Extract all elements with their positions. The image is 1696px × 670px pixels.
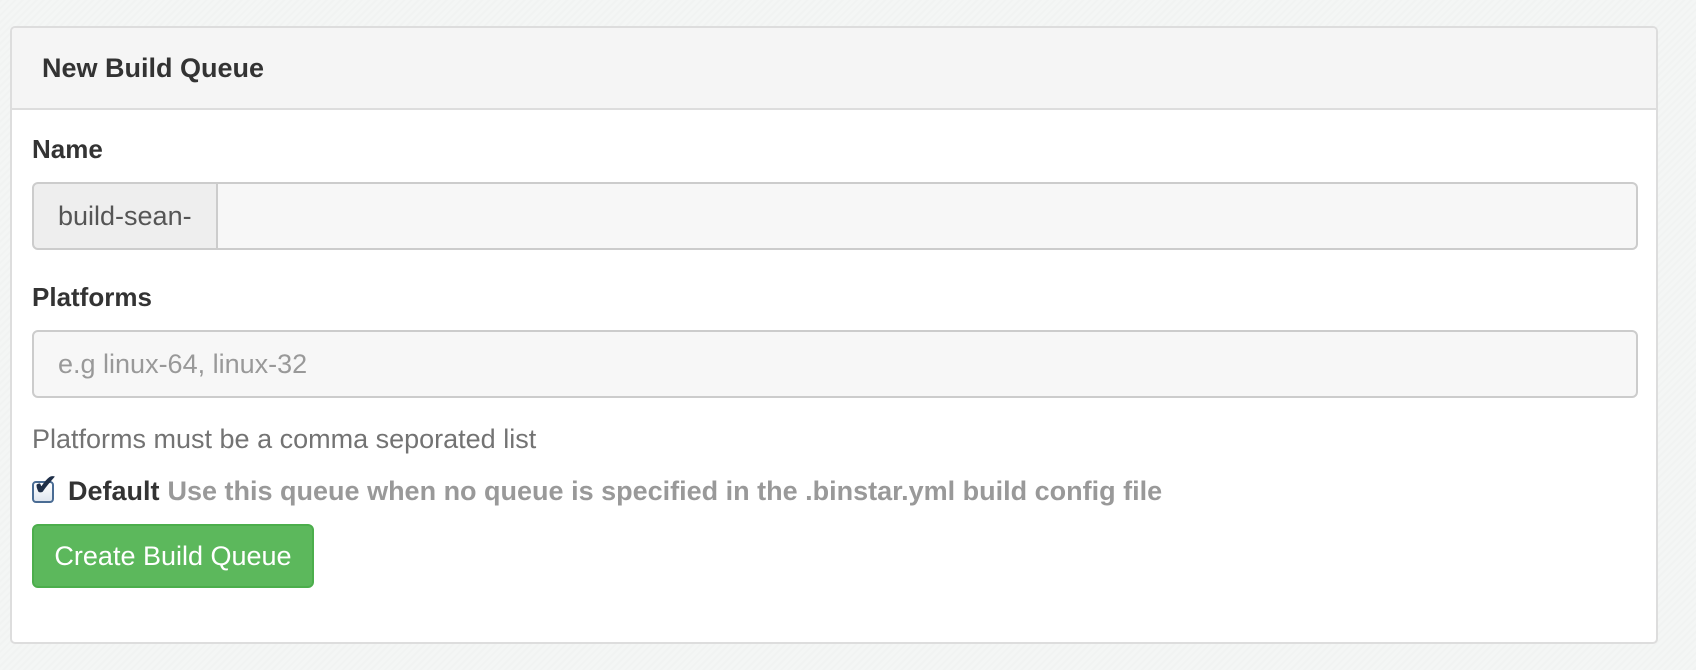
platforms-input[interactable] bbox=[32, 330, 1638, 398]
new-build-queue-panel: New Build Queue Name build-sean- Platfor… bbox=[10, 26, 1658, 644]
name-input[interactable] bbox=[217, 182, 1638, 250]
panel-title: New Build Queue bbox=[42, 52, 265, 83]
create-build-queue-button[interactable]: Create Build Queue bbox=[32, 524, 314, 588]
platforms-label: Platforms bbox=[32, 282, 152, 312]
checkmark-icon: ✔ bbox=[33, 467, 59, 503]
default-description: Use this queue when no queue is specifie… bbox=[167, 476, 1163, 506]
panel-heading: New Build Queue bbox=[12, 28, 1656, 110]
name-input-group: build-sean- bbox=[32, 182, 1638, 250]
name-prefix-addon: build-sean- bbox=[32, 182, 218, 250]
name-label: Name bbox=[32, 134, 103, 164]
platforms-help-text: Platforms must be a comma seporated list bbox=[32, 424, 537, 454]
default-label[interactable]: Default bbox=[68, 476, 160, 507]
default-checkbox[interactable]: ✔ bbox=[32, 470, 58, 503]
default-checkbox-row: ✔ Default Use this queue when no queue i… bbox=[32, 470, 1163, 507]
